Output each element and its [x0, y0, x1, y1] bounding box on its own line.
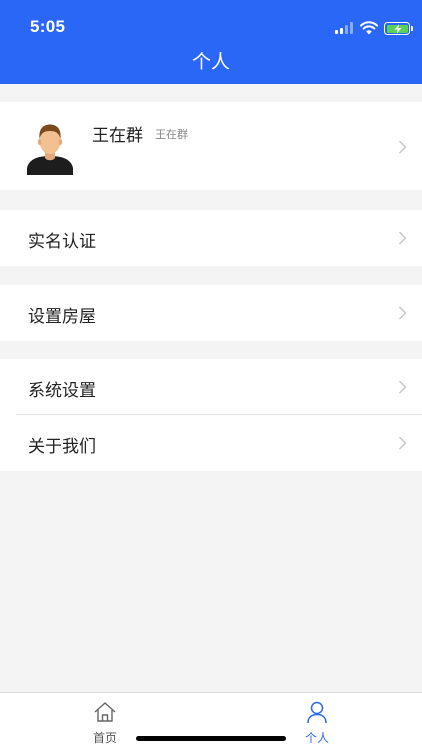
home-icon	[94, 702, 116, 722]
menu-item-realname-verification[interactable]: 实名认证	[0, 210, 422, 266]
chevron-right-icon	[398, 380, 407, 394]
tab-personal[interactable]: 个人	[282, 693, 352, 750]
chevron-right-icon	[398, 231, 407, 245]
status-time: 5:05	[30, 17, 66, 36]
app-header: 5:05 个人	[0, 0, 422, 84]
menu-item-label: 系统设置	[28, 381, 96, 401]
tab-home[interactable]: 首页	[70, 693, 140, 750]
profile-card[interactable]: 王在群 王在群	[0, 102, 422, 190]
page-title: 个人	[191, 51, 230, 73]
chevron-right-icon	[398, 436, 407, 450]
profile-name: 王在群	[92, 126, 143, 146]
home-indicator	[136, 736, 286, 741]
menu-item-set-house[interactable]: 设置房屋	[0, 285, 422, 341]
menu-item-label: 设置房屋	[28, 307, 96, 327]
status-bar: 5:05	[0, 0, 422, 44]
person-icon	[307, 701, 327, 724]
avatar	[27, 124, 73, 175]
tab-home-label: 首页	[92, 731, 117, 745]
tab-personal-label: 个人	[304, 731, 329, 745]
tab-bar: 首页 个人	[0, 692, 422, 750]
wifi-icon	[360, 21, 378, 35]
chevron-right-icon	[398, 306, 407, 320]
chevron-right-icon	[398, 140, 407, 154]
profile-username: 王在群	[155, 128, 188, 141]
menu-item-about-us[interactable]: 关于我们	[0, 415, 422, 471]
battery-charging-icon	[384, 22, 410, 35]
menu-item-system-settings[interactable]: 系统设置	[0, 359, 422, 415]
menu-item-label: 实名认证	[28, 232, 96, 252]
menu-item-label: 关于我们	[28, 437, 96, 457]
signal-icon	[335, 22, 355, 34]
